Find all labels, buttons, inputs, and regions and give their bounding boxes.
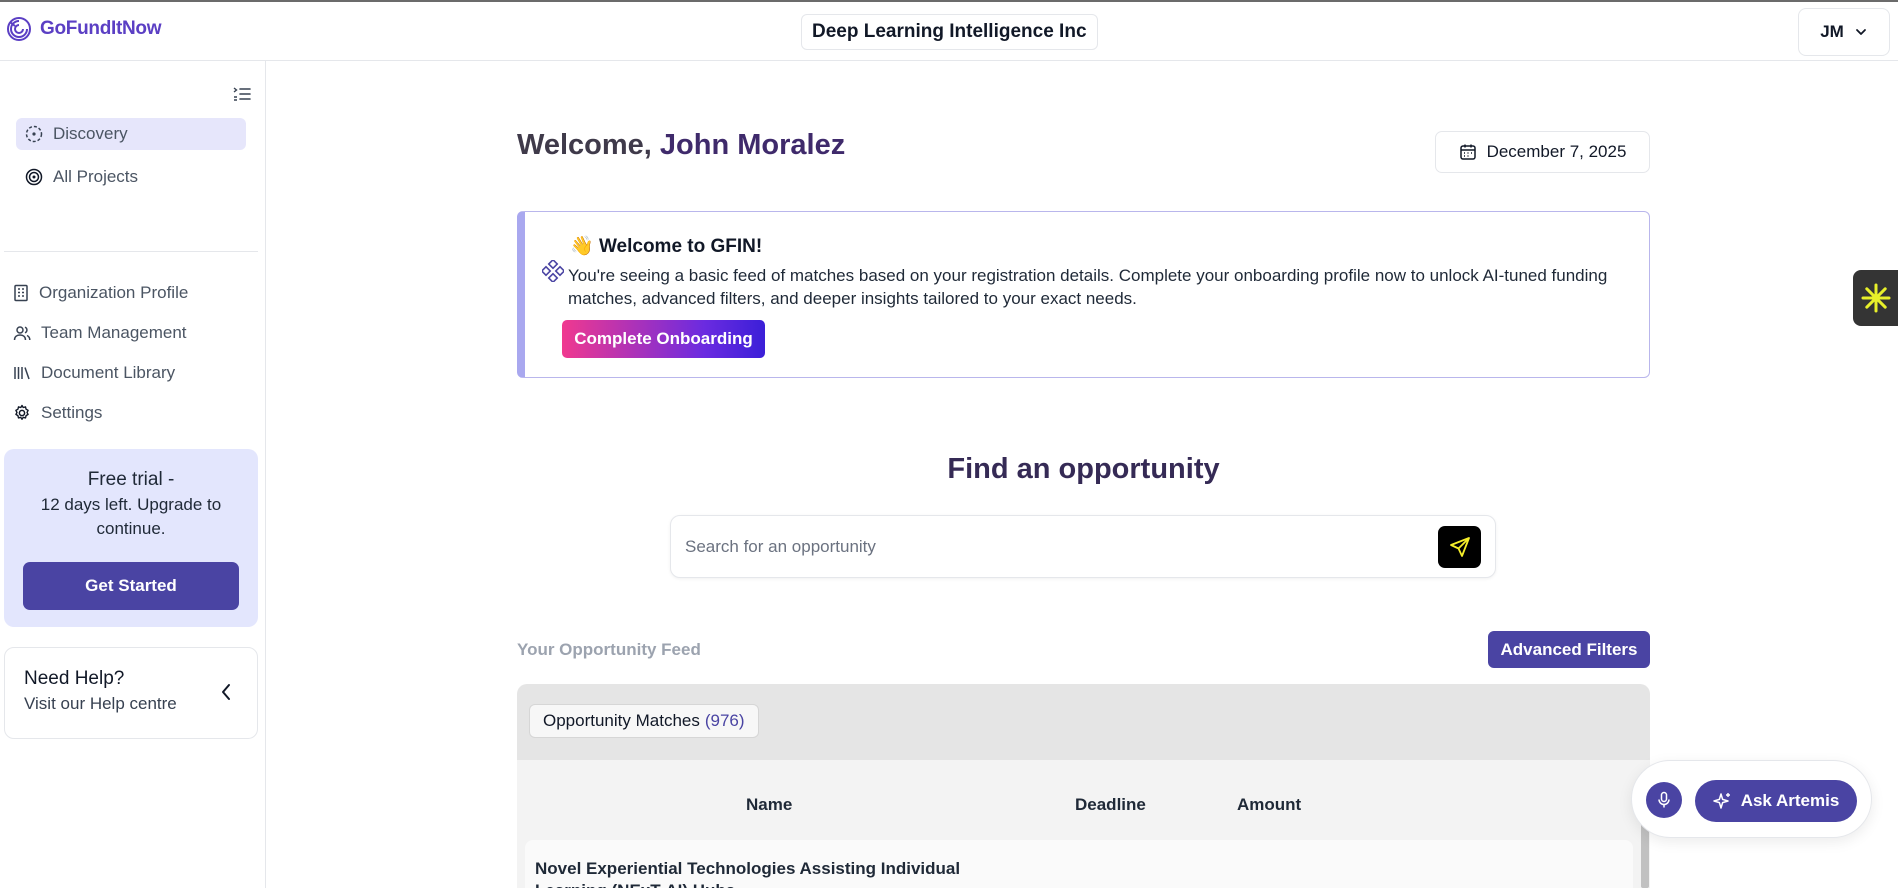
banner-title: 👋 Welcome to GFIN!	[570, 234, 762, 258]
tab-opportunity-matches[interactable]: Opportunity Matches (976)	[529, 704, 759, 738]
target-icon	[25, 168, 43, 186]
date-picker-button[interactable]: December 7, 2025	[1435, 131, 1650, 173]
diamond-grid-icon	[542, 260, 564, 282]
ask-artemis-label: Ask Artemis	[1740, 791, 1840, 810]
column-header-name[interactable]: Name	[746, 795, 792, 815]
free-trial-card: Free trial - 12 days left. Upgrade to co…	[4, 449, 258, 627]
find-opportunity-title: Find an opportunity	[947, 453, 1220, 485]
sidebar-item-label: Organization Profile	[39, 283, 189, 302]
advanced-filters-button[interactable]: Advanced Filters	[1488, 631, 1650, 668]
side-widget-button[interactable]	[1853, 270, 1898, 326]
welcome-banner: 👋 Welcome to GFIN! You're seeing a basic…	[517, 211, 1650, 378]
matches-header-bar: Opportunity Matches (976)	[517, 684, 1650, 760]
opportunity-name[interactable]: Novel Experiential Technologies Assistin…	[535, 858, 985, 888]
microphone-icon	[1658, 791, 1670, 808]
building-icon	[14, 284, 28, 302]
search-input[interactable]	[685, 528, 1415, 566]
library-icon	[14, 367, 30, 380]
column-header-amount[interactable]: Amount	[1237, 795, 1301, 815]
sidebar-item-label: Settings	[41, 403, 103, 422]
sidebar-item-label: All Projects	[53, 167, 139, 186]
sidebar-divider	[4, 251, 258, 252]
user-menu-button[interactable]: JM	[1798, 8, 1890, 56]
asterisk-icon	[1861, 283, 1890, 313]
search-submit-button[interactable]	[1438, 526, 1481, 568]
chevron-down-icon	[1855, 29, 1866, 35]
chevron-left-icon[interactable]	[219, 682, 233, 702]
opportunity-table: Name Deadline Amount Novel Experiential …	[517, 760, 1650, 888]
column-header-deadline[interactable]: Deadline	[1075, 795, 1146, 815]
logo-icon	[7, 17, 31, 41]
sidebar-item-all-projects[interactable]: All Projects	[16, 161, 246, 193]
ask-artemis-button[interactable]: Ask Artemis	[1695, 780, 1857, 822]
welcome-heading: Welcome, John Moralez	[517, 129, 845, 162]
calendar-icon	[1459, 144, 1476, 160]
matches-label: Opportunity Matches	[543, 711, 700, 730]
sidebar-item-label: Discovery	[53, 124, 128, 143]
logo-text: GoFundItNow	[40, 18, 162, 39]
users-icon	[13, 326, 31, 341]
complete-onboarding-button[interactable]: Complete Onboarding	[562, 320, 765, 358]
user-initials: JM	[1820, 22, 1844, 41]
sidebar-item-settings[interactable]: Settings	[13, 398, 253, 428]
discovery-icon	[25, 125, 43, 143]
collapse-sidebar-button[interactable]	[231, 83, 253, 105]
send-icon	[1449, 537, 1470, 557]
top-header: GoFundItNow Deep Learning Intelligence I…	[0, 2, 1898, 61]
banner-text: You're seeing a basic feed of matches ba…	[568, 266, 1608, 308]
opportunity-search-box	[670, 515, 1496, 578]
gear-icon	[15, 404, 29, 420]
organization-name[interactable]: Deep Learning Intelligence Inc	[801, 14, 1098, 50]
sidebar-item-label: Document Library	[41, 363, 176, 382]
banner-title-text: Welcome to GFIN!	[598, 236, 763, 257]
current-date: December 7, 2025	[1486, 142, 1627, 161]
voice-input-button[interactable]	[1646, 782, 1682, 818]
trial-subtitle: 12 days left. Upgrade to continue.	[40, 495, 222, 538]
sidebar: Discovery All Projects Organization Prof…	[0, 61, 266, 888]
table-row[interactable]: Novel Experiential Technologies Assistin…	[525, 840, 1633, 888]
sidebar-item-discovery[interactable]: Discovery	[16, 118, 246, 150]
help-centre-card[interactable]: Need Help? Visit our Help centre	[4, 647, 258, 739]
sidebar-item-team-management[interactable]: Team Management	[13, 318, 253, 348]
app-logo[interactable]: GoFundItNow	[6, 16, 162, 42]
wave-emoji: 👋	[570, 236, 594, 257]
get-started-button[interactable]: Get Started	[23, 562, 239, 610]
sidebar-item-organization-profile[interactable]: Organization Profile	[13, 278, 253, 308]
assistant-panel: Ask Artemis	[1631, 760, 1872, 838]
trial-title: Free trial -	[87, 469, 175, 490]
user-name: John Moralez	[659, 129, 846, 161]
sparkles-icon	[1712, 793, 1730, 809]
matches-count: (976)	[704, 711, 745, 730]
sidebar-item-label: Team Management	[41, 323, 187, 342]
welcome-prefix: Welcome,	[517, 129, 652, 161]
list-collapse-icon	[233, 87, 251, 101]
sidebar-item-document-library[interactable]: Document Library	[13, 358, 253, 388]
opportunity-feed-label: Your Opportunity Feed	[517, 640, 701, 659]
